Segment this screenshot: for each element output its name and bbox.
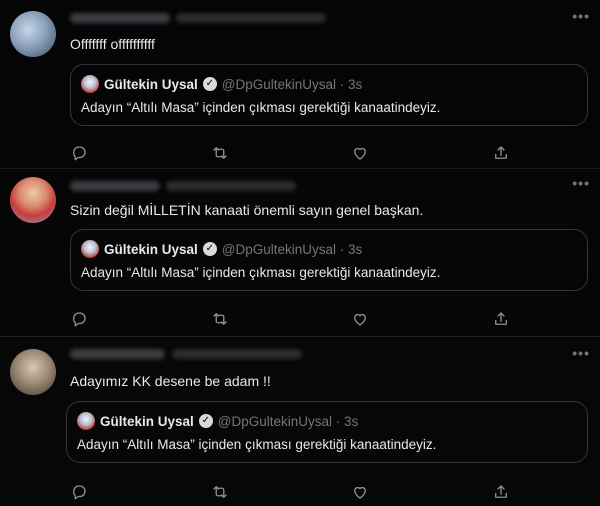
quoted-author-handle: @DpGultekinUysal · 3s: [221, 241, 363, 257]
retweet-icon[interactable]: [211, 310, 229, 328]
tweet[interactable]: ••• Offfffff offffffffff Gültekin Uysal …: [0, 0, 600, 168]
share-icon[interactable]: [492, 144, 510, 162]
tweet[interactable]: ••• Sizin değil MİLLETİN kanaati önemli …: [0, 168, 600, 336]
avatar[interactable]: [10, 177, 56, 223]
quoted-author-handle: @DpGultekinUysal · 3s: [217, 413, 359, 429]
reply-icon[interactable]: [70, 144, 88, 162]
quoted-tweet[interactable]: Gültekin Uysal ✓ @DpGultekinUysal · 3s A…: [66, 401, 588, 463]
share-icon[interactable]: [492, 310, 510, 328]
quoted-tweet[interactable]: Gültekin Uysal ✓ @DpGultekinUysal · 3s A…: [70, 229, 588, 291]
quoted-author-name[interactable]: Gültekin Uysal: [104, 242, 198, 257]
like-icon[interactable]: [351, 144, 369, 162]
author-name-redacted: [70, 181, 160, 191]
verified-badge-icon: ✓: [202, 77, 217, 91]
retweet-icon[interactable]: [211, 144, 229, 162]
verified-badge-icon: ✓: [202, 242, 217, 256]
avatar[interactable]: [10, 349, 56, 395]
share-icon[interactable]: [492, 483, 510, 501]
tweet[interactable]: ••• Adayımız KK desene be adam !! Gültek…: [0, 336, 600, 506]
quoted-tweet-text: Adayın “Altılı Masa” içinden çıkması ger…: [81, 265, 441, 280]
quoted-tweet-text: Adayın “Altılı Masa” içinden çıkması ger…: [81, 100, 441, 115]
tweet-actions: [70, 483, 510, 501]
quoted-avatar[interactable]: [81, 75, 99, 93]
quoted-author-name[interactable]: Gültekin Uysal: [100, 414, 194, 429]
author-handle-redacted: [176, 13, 326, 23]
tweet-actions: [70, 310, 510, 328]
tweet-text: Offfffff offffffffff: [70, 36, 155, 52]
author-name-redacted: [70, 13, 170, 23]
more-options-icon[interactable]: •••: [572, 8, 590, 24]
like-icon[interactable]: [351, 310, 369, 328]
more-options-icon[interactable]: •••: [572, 345, 590, 361]
avatar[interactable]: [10, 11, 56, 57]
retweet-icon[interactable]: [211, 483, 229, 501]
verified-badge-icon: ✓: [198, 414, 213, 428]
quoted-tweet-text: Adayın “Altılı Masa” içinden çıkması ger…: [77, 437, 437, 452]
like-icon[interactable]: [351, 483, 369, 501]
tweet-text: Sizin değil MİLLETİN kanaati önemli sayı…: [70, 202, 424, 218]
quoted-author-name[interactable]: Gültekin Uysal: [104, 77, 198, 92]
quoted-avatar[interactable]: [81, 240, 99, 258]
author-name-redacted: [70, 349, 165, 359]
author-handle-redacted: [166, 181, 296, 191]
tweet-text: Adayımız KK desene be adam !!: [70, 373, 271, 389]
author-handle-redacted: [172, 349, 302, 359]
reply-icon[interactable]: [70, 310, 88, 328]
quoted-avatar[interactable]: [77, 412, 95, 430]
quoted-author-handle: @DpGultekinUysal · 3s: [221, 76, 363, 92]
tweet-actions: [70, 144, 510, 162]
more-options-icon[interactable]: •••: [572, 175, 590, 191]
quoted-tweet[interactable]: Gültekin Uysal ✓ @DpGultekinUysal · 3s A…: [70, 64, 588, 126]
reply-icon[interactable]: [70, 483, 88, 501]
